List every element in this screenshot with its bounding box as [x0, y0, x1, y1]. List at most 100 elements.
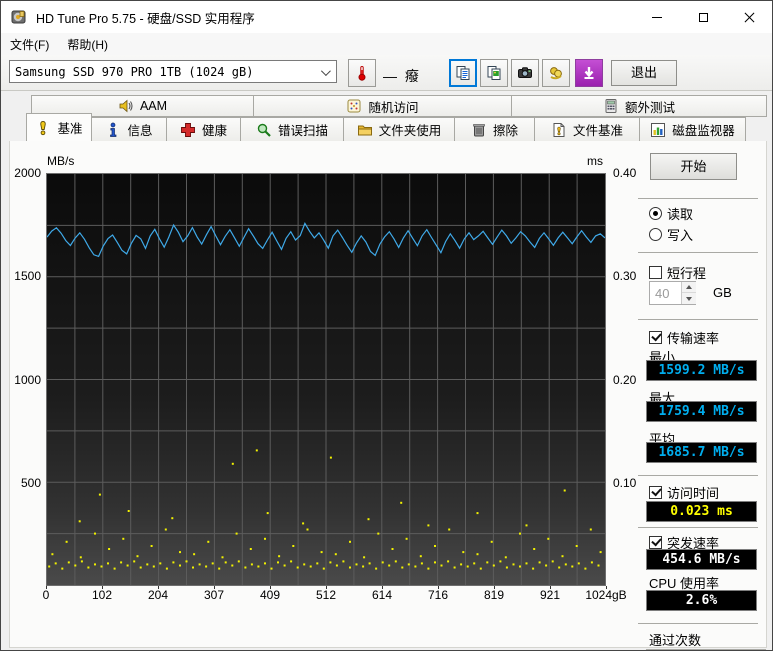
update-button[interactable] [575, 59, 603, 87]
exit-button[interactable]: 退出 [611, 60, 677, 86]
max-value-display: 1759.4 MB/s [646, 401, 757, 422]
temperature-button[interactable] [348, 59, 376, 87]
temperature-reading: — 癈 [383, 68, 421, 84]
tab-random-access[interactable]: 随机访问 [254, 95, 512, 117]
stepper-down-button[interactable] [682, 293, 696, 304]
burst-rate-checkbox-box[interactable] [649, 536, 662, 549]
minimize-button[interactable] [634, 1, 680, 33]
copy-text-button[interactable] [449, 59, 477, 87]
x-axis-tick [102, 586, 103, 589]
tab-extra-tests-label: 额外测试 [624, 100, 675, 115]
tab-benchmark[interactable]: 基准 [26, 113, 92, 141]
copy-image-button[interactable] [480, 59, 508, 87]
tab-info[interactable]: 信息 [92, 117, 167, 141]
title-bar: HD Tune Pro 5.75 - 硬盘/SSD 实用程序 [1, 1, 772, 33]
tab-extra-tests[interactable]: 额外测试 [512, 95, 767, 117]
short-stroke-checkbox[interactable]: 短行程 [649, 263, 706, 282]
x-axis-label: 512 [315, 588, 337, 602]
menu-help[interactable]: 帮助(H) [58, 33, 117, 56]
drive-select-dropdown[interactable]: Samsung SSD 970 PRO 1TB (1024 gB) [9, 60, 337, 83]
x-axis-tick [326, 586, 327, 589]
write-radio[interactable]: 写入 [649, 225, 693, 244]
access-time-label: 访问时间 [667, 486, 720, 501]
x-axis-tick [438, 586, 439, 589]
close-button[interactable] [726, 1, 772, 33]
donate-button[interactable] [542, 59, 570, 87]
x-axis-label: 716 [427, 588, 449, 602]
copy-text-icon [455, 65, 471, 81]
bar-chart-icon [650, 122, 666, 138]
x-axis-label: 614 [371, 588, 393, 602]
x-axis-tick [550, 586, 551, 589]
x-axis-label: 409 [259, 588, 281, 602]
arrow-down-icon [686, 296, 692, 301]
short-stroke-size-stepper[interactable]: 40 [649, 281, 696, 305]
tab-error-scan-label: 错误扫描 [277, 124, 328, 138]
tab-row-primary: 基准 信息 健康 错误扫描 文件夹使用 擦除 文件基准 磁盘监视器 [26, 113, 767, 141]
tab-health[interactable]: 健康 [167, 117, 241, 141]
tab-file-benchmark[interactable]: 文件基准 [535, 117, 640, 141]
benchmark-chart-frame [46, 173, 606, 586]
calculator-icon [603, 98, 619, 114]
x-axis-label: 0 [42, 588, 50, 602]
y-axis-label-right: 0.40 [613, 166, 637, 180]
stepper-buttons [681, 282, 696, 304]
tab-disk-monitor-label: 磁盘监视器 [672, 124, 735, 138]
x-axis-tick [270, 586, 271, 589]
transfer-rate-checkbox-box[interactable] [649, 331, 662, 344]
download-arrow-icon [581, 65, 597, 81]
read-radio-label: 读取 [667, 207, 694, 222]
separator [638, 319, 758, 320]
gb-unit-label: GB [713, 285, 732, 300]
transfer-rate-checkbox[interactable]: 传输速率 [649, 328, 719, 347]
access-time-checkbox[interactable]: 访问时间 [649, 483, 719, 502]
read-radio-circle[interactable] [649, 207, 662, 220]
tab-disk-monitor[interactable]: 磁盘监视器 [640, 117, 746, 141]
tab-benchmark-label: 基准 [57, 122, 83, 136]
tab-folder-usage[interactable]: 文件夹使用 [344, 117, 455, 141]
tab-random-access-label: 随机访问 [368, 100, 419, 115]
copy-image-icon [486, 65, 502, 81]
short-stroke-size-value: 40 [655, 286, 670, 301]
stepper-up-button[interactable] [682, 282, 696, 293]
menu-bar: 文件(F) 帮助(H) [1, 33, 772, 55]
benchmark-page: MB/s ms 开始 读取 写入 短行程 40 GB 传输速率 最小 1599.… [1, 141, 773, 651]
close-icon [744, 12, 755, 23]
y-axis-label-right: 0.30 [613, 269, 637, 284]
hd-tune-app-icon [11, 9, 27, 25]
menu-file[interactable]: 文件(F) [1, 33, 58, 56]
benchmark-chart [46, 174, 606, 585]
maximize-button[interactable] [680, 1, 726, 33]
start-button[interactable]: 开始 [650, 153, 737, 180]
right-axis-unit: ms [587, 154, 603, 168]
y-axis-label: 1000 [14, 372, 41, 387]
x-axis-tick [494, 586, 495, 589]
health-icon [180, 122, 196, 138]
read-radio[interactable]: 读取 [649, 204, 693, 223]
write-radio-circle[interactable] [649, 228, 662, 241]
tab-error-scan[interactable]: 错误扫描 [241, 117, 344, 141]
transfer-rate-label: 传输速率 [667, 331, 720, 346]
cpu-usage-value-display: 2.6% [646, 590, 757, 611]
screenshot-button[interactable] [511, 59, 539, 87]
x-axis-tick [158, 586, 159, 589]
x-axis-label: 307 [203, 588, 225, 602]
y-axis-label: 1500 [14, 269, 41, 284]
x-axis-tick [214, 586, 215, 589]
drive-select-value: Samsung SSD 970 PRO 1TB (1024 gB) [15, 64, 254, 79]
x-axis-label: 102 [91, 588, 113, 602]
toolbar: Samsung SSD 970 PRO 1TB (1024 gB) — 癈 退出 [1, 55, 772, 91]
camera-icon [517, 65, 533, 81]
x-axis-tick [46, 586, 47, 589]
info-icon [105, 122, 121, 138]
tab-folder-usage-label: 文件夹使用 [378, 124, 442, 138]
y-axis-label: 2000 [14, 166, 41, 180]
exclamation-icon [35, 120, 51, 136]
avg-value-display: 1685.7 MB/s [646, 442, 757, 463]
tab-erase[interactable]: 擦除 [455, 117, 535, 141]
tab-file-benchmark-label: 文件基准 [572, 124, 623, 138]
y-axis-label-right: 0.20 [613, 372, 637, 387]
x-axis-tick [382, 586, 383, 589]
separator [638, 198, 758, 199]
arrow-up-icon [686, 285, 692, 289]
